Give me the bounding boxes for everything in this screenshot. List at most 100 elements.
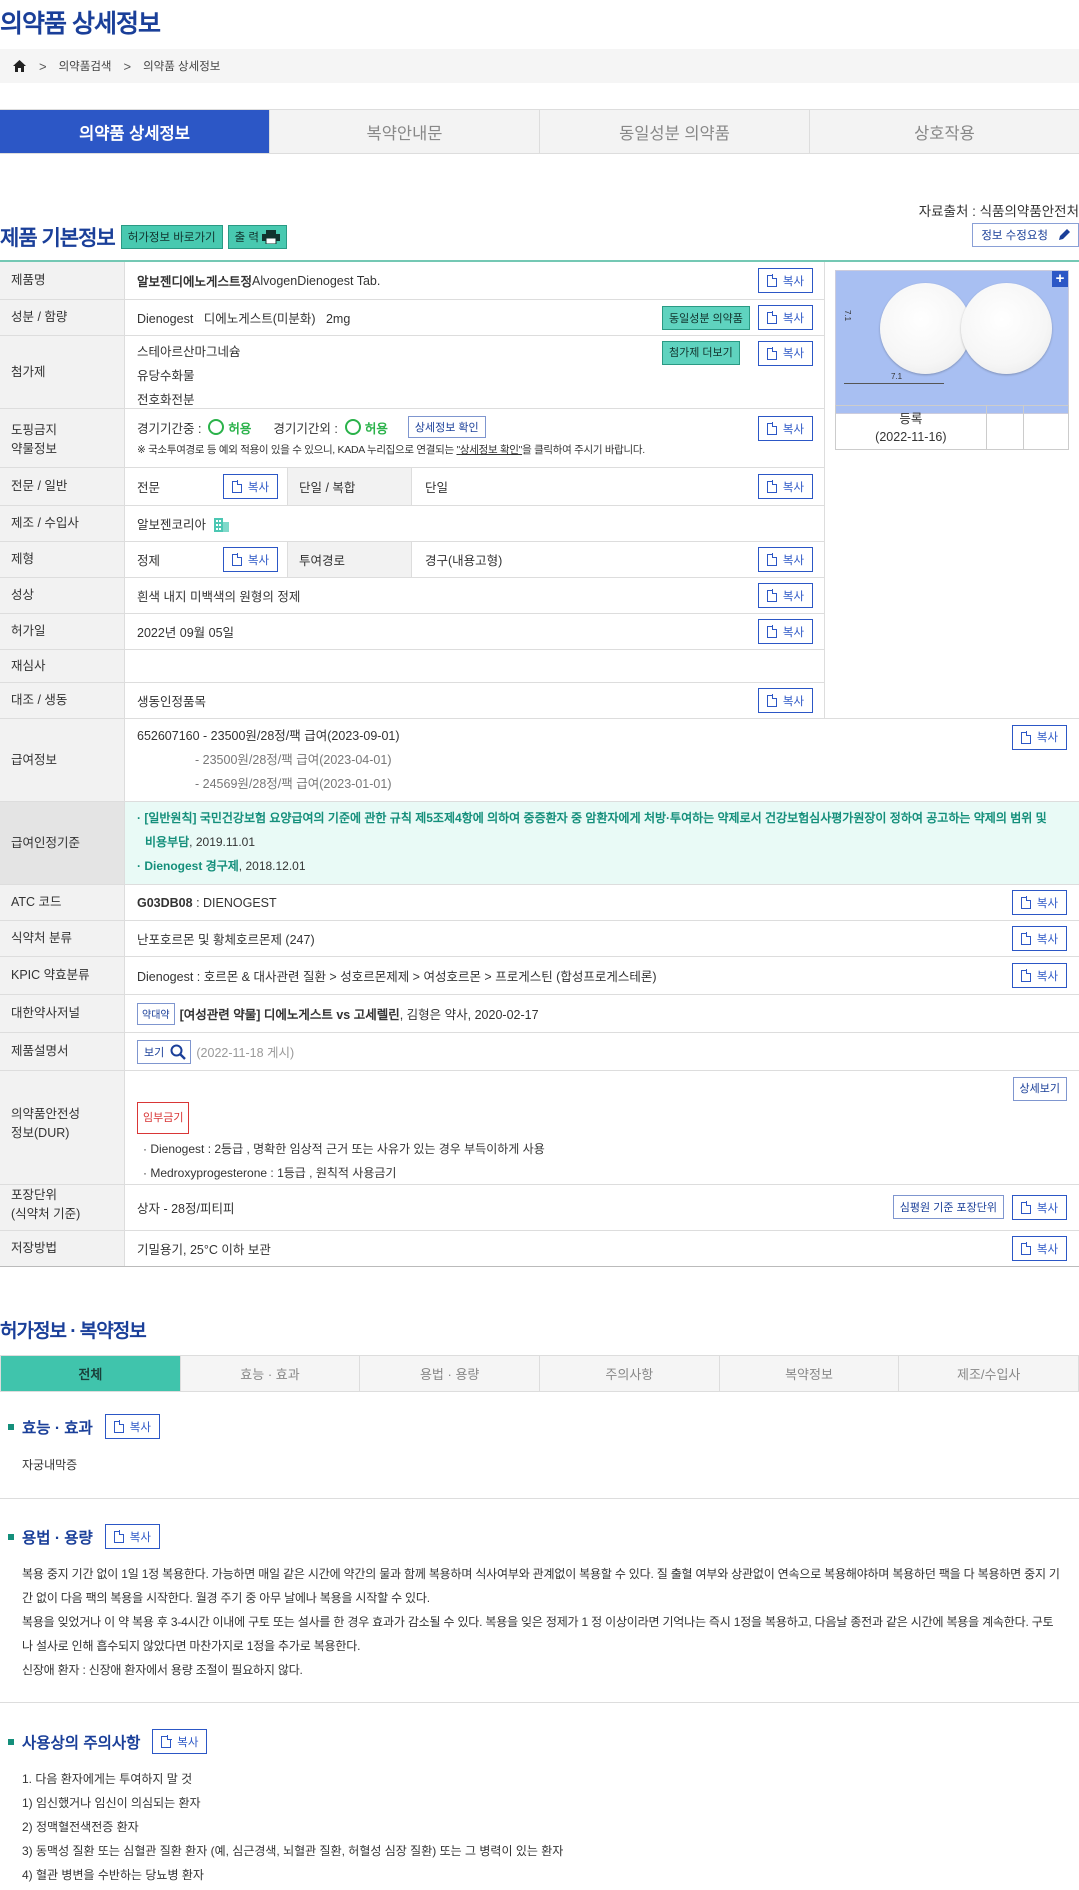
pill-back <box>961 283 1052 374</box>
copy-button[interactable]: 복사 <box>758 547 813 572</box>
copy-button[interactable]: 복사 <box>758 416 813 441</box>
label-dur-2: 정보(DUR) <box>11 1125 70 1140</box>
image-caption-cell <box>987 406 1025 449</box>
dur-badge: 임부금기 <box>137 1102 190 1134</box>
document-icon <box>231 480 243 493</box>
caution-title: 사용상의 주의사항 <box>22 1734 141 1752</box>
label-criteria: 급여인정기준 <box>0 802 125 884</box>
criteria-line1-bold: 비용부담 <box>145 835 190 849</box>
row-maker: 제조 / 수입사 알보젠코리아 <box>0 506 825 542</box>
doping-detail-button[interactable]: 상세정보 확인 <box>407 416 486 438</box>
maker-value[interactable]: 알보젠코리아 <box>137 514 206 533</box>
additive-more-button[interactable]: 첨가제 더보기 <box>662 341 740 365</box>
copy-button[interactable]: 복사 <box>758 268 813 293</box>
document-icon <box>766 694 778 707</box>
document-icon <box>766 422 778 435</box>
data-source: 자료출처 : 식품의약품안전처 <box>918 204 1079 219</box>
row-form: 제형 정제 복사 투여경로 경구(내용고형) 복사 <box>0 542 825 578</box>
row-journal: 대한약사저널 약대약 [여성관련 약물] 디에노게스트 vs 고세렐린, 김형은 … <box>0 995 1079 1033</box>
tab-caution[interactable]: 주의사항 <box>539 1356 719 1391</box>
mfds-class-value: 난포호르몬 및 황체호르몬제 (247) <box>137 933 315 947</box>
copy-button[interactable]: 복사 <box>758 341 813 366</box>
copy-button[interactable]: 복사 <box>1012 725 1067 750</box>
row-kpic: KPIC 약효분류 Dienogest : 호르몬 & 대사관련 질환 > 성호… <box>0 957 1079 995</box>
doping-note-link[interactable]: "상세정보 확인" <box>456 444 522 456</box>
copy-button[interactable]: 복사 <box>1012 926 1067 951</box>
caution-line: 4) 혈관 병변을 수반하는 당뇨병 환자 <box>22 1868 204 1882</box>
copy-button[interactable]: 복사 <box>758 688 813 713</box>
bullet-square-icon <box>8 1423 14 1430</box>
value-reexam <box>125 650 825 682</box>
tab-dosage[interactable]: 용법 · 용량 <box>359 1356 540 1391</box>
copy-button[interactable]: 복사 <box>1012 890 1067 915</box>
copy-button[interactable]: 복사 <box>104 1414 160 1439</box>
document-icon <box>1020 731 1032 744</box>
efficacy-title: 효능 · 효과 <box>22 1419 93 1437</box>
zoom-plus-icon[interactable]: + <box>1052 271 1068 287</box>
label-pay: 급여정보 <box>0 719 125 801</box>
print-button[interactable]: 출 력 <box>227 225 288 249</box>
row-bio: 대조 / 생동 생동인정품목 복사 <box>0 683 825 719</box>
journal-title[interactable]: [여성관련 약물] 디에노게스트 vs 고세렐린 <box>180 1004 400 1023</box>
hira-pack-button[interactable]: 심평원 기준 포장단위 <box>892 1195 1004 1219</box>
value-manual: 보기 (2022-11-18 게시) <box>125 1033 1079 1070</box>
tab-medication-info[interactable]: 복약정보 <box>718 1356 899 1391</box>
chevron-right-icon: > <box>39 58 47 74</box>
storage-value: 기밀용기, 25°C 이하 보관 <box>137 1243 271 1257</box>
document-icon <box>1020 932 1032 945</box>
tab-guide[interactable]: 복약안내문 <box>269 110 539 153</box>
copy-button[interactable]: 복사 <box>758 305 813 330</box>
row-manual: 제품설명서 보기 (2022-11-18 게시) <box>0 1033 1079 1071</box>
value-shape: 흰색 내지 미백색의 원형의 정제 복사 <box>125 578 825 613</box>
copy-button[interactable]: 복사 <box>758 619 813 644</box>
same-ingredient-button[interactable]: 동일성분 의약품 <box>662 306 750 330</box>
tab-efficacy[interactable]: 효능 · 효과 <box>179 1356 360 1391</box>
label-journal: 대한약사저널 <box>0 995 125 1032</box>
edit-request-button[interactable]: 정보 수정요청 <box>972 223 1079 247</box>
efficacy-text: 자궁내막증 <box>22 1458 78 1472</box>
copy-label: 복사 <box>177 1736 199 1749</box>
image-caption-date: (2022-11-16) <box>875 429 947 444</box>
copy-button[interactable]: 복사 <box>1012 1195 1067 1220</box>
copy-button[interactable]: 복사 <box>152 1729 208 1754</box>
scale-label-y: 7.1 <box>843 309 853 322</box>
copy-button[interactable]: 복사 <box>758 583 813 608</box>
tab-same-ingredient[interactable]: 동일성분 의약품 <box>539 110 809 153</box>
dosage-header: 용법 · 용량 복사 <box>0 1524 160 1549</box>
row-additive: 첨가제 스테아르산마그네슘 유당수화물 전호화전분 첨가제 더보기 복사 <box>0 336 825 409</box>
row-mfds-class: 식약처 분류 난포호르몬 및 황체호르몬제 (247) 복사 <box>0 921 1079 957</box>
row-pay: 급여정보 652607160 - 23500원/28정/팩 급여(2023-09… <box>0 719 1079 802</box>
copy-label: 복사 <box>247 554 270 567</box>
form-value: 정제 <box>137 554 161 568</box>
copy-button[interactable]: 복사 <box>1012 1236 1067 1261</box>
caution-line: 2) 정맥혈전색전증 환자 <box>22 1820 139 1834</box>
dur-detail-button[interactable]: 상세보기 <box>1012 1077 1067 1101</box>
page-title: 의약품 상세정보 <box>0 10 161 38</box>
copy-button[interactable]: 복사 <box>223 547 278 572</box>
copy-label: 복사 <box>1036 897 1059 910</box>
copy-button[interactable]: 복사 <box>758 474 813 499</box>
tab-manufacturer[interactable]: 제조/수입사 <box>898 1356 1079 1391</box>
product-image[interactable]: 7.1 7.1 + <box>835 270 1069 414</box>
shape-value: 흰색 내지 미백색의 원형의 정제 <box>137 590 301 604</box>
label-dur: 의약품안전성 정보(DUR) <box>0 1071 125 1184</box>
tab-all[interactable]: 전체 <box>1 1356 180 1391</box>
section2-title: 허가정보 · 복약정보 <box>0 1321 147 1342</box>
permit-link-button[interactable]: 허가정보 바로가기 <box>120 225 223 249</box>
copy-button[interactable]: 복사 <box>104 1524 160 1549</box>
copy-button[interactable]: 복사 <box>1012 963 1067 988</box>
tab-interaction[interactable]: 상호작용 <box>809 110 1079 153</box>
divider <box>0 1498 1079 1499</box>
scale-bar <box>844 383 944 384</box>
tab-detail[interactable]: 의약품 상세정보 <box>0 110 269 153</box>
manual-view-button[interactable]: 보기 <box>137 1039 192 1064</box>
document-icon <box>1020 1242 1032 1255</box>
breadcrumb-item-search[interactable]: 의약품검색 <box>59 58 112 74</box>
row-pack: 포장단위 (식약처 기준) 상자 - 28정/피티피 심평원 기준 포장단위 복사 <box>0 1185 1079 1231</box>
copy-button[interactable]: 복사 <box>223 474 278 499</box>
additive-item: 유당수화물 <box>137 369 195 383</box>
building-icon[interactable] <box>213 515 230 532</box>
copy-label: 복사 <box>782 312 805 325</box>
home-icon[interactable] <box>12 59 27 73</box>
dur-item: · Medroxyprogesterone : 1등급 , 원칙적 사용금기 <box>143 1166 397 1180</box>
